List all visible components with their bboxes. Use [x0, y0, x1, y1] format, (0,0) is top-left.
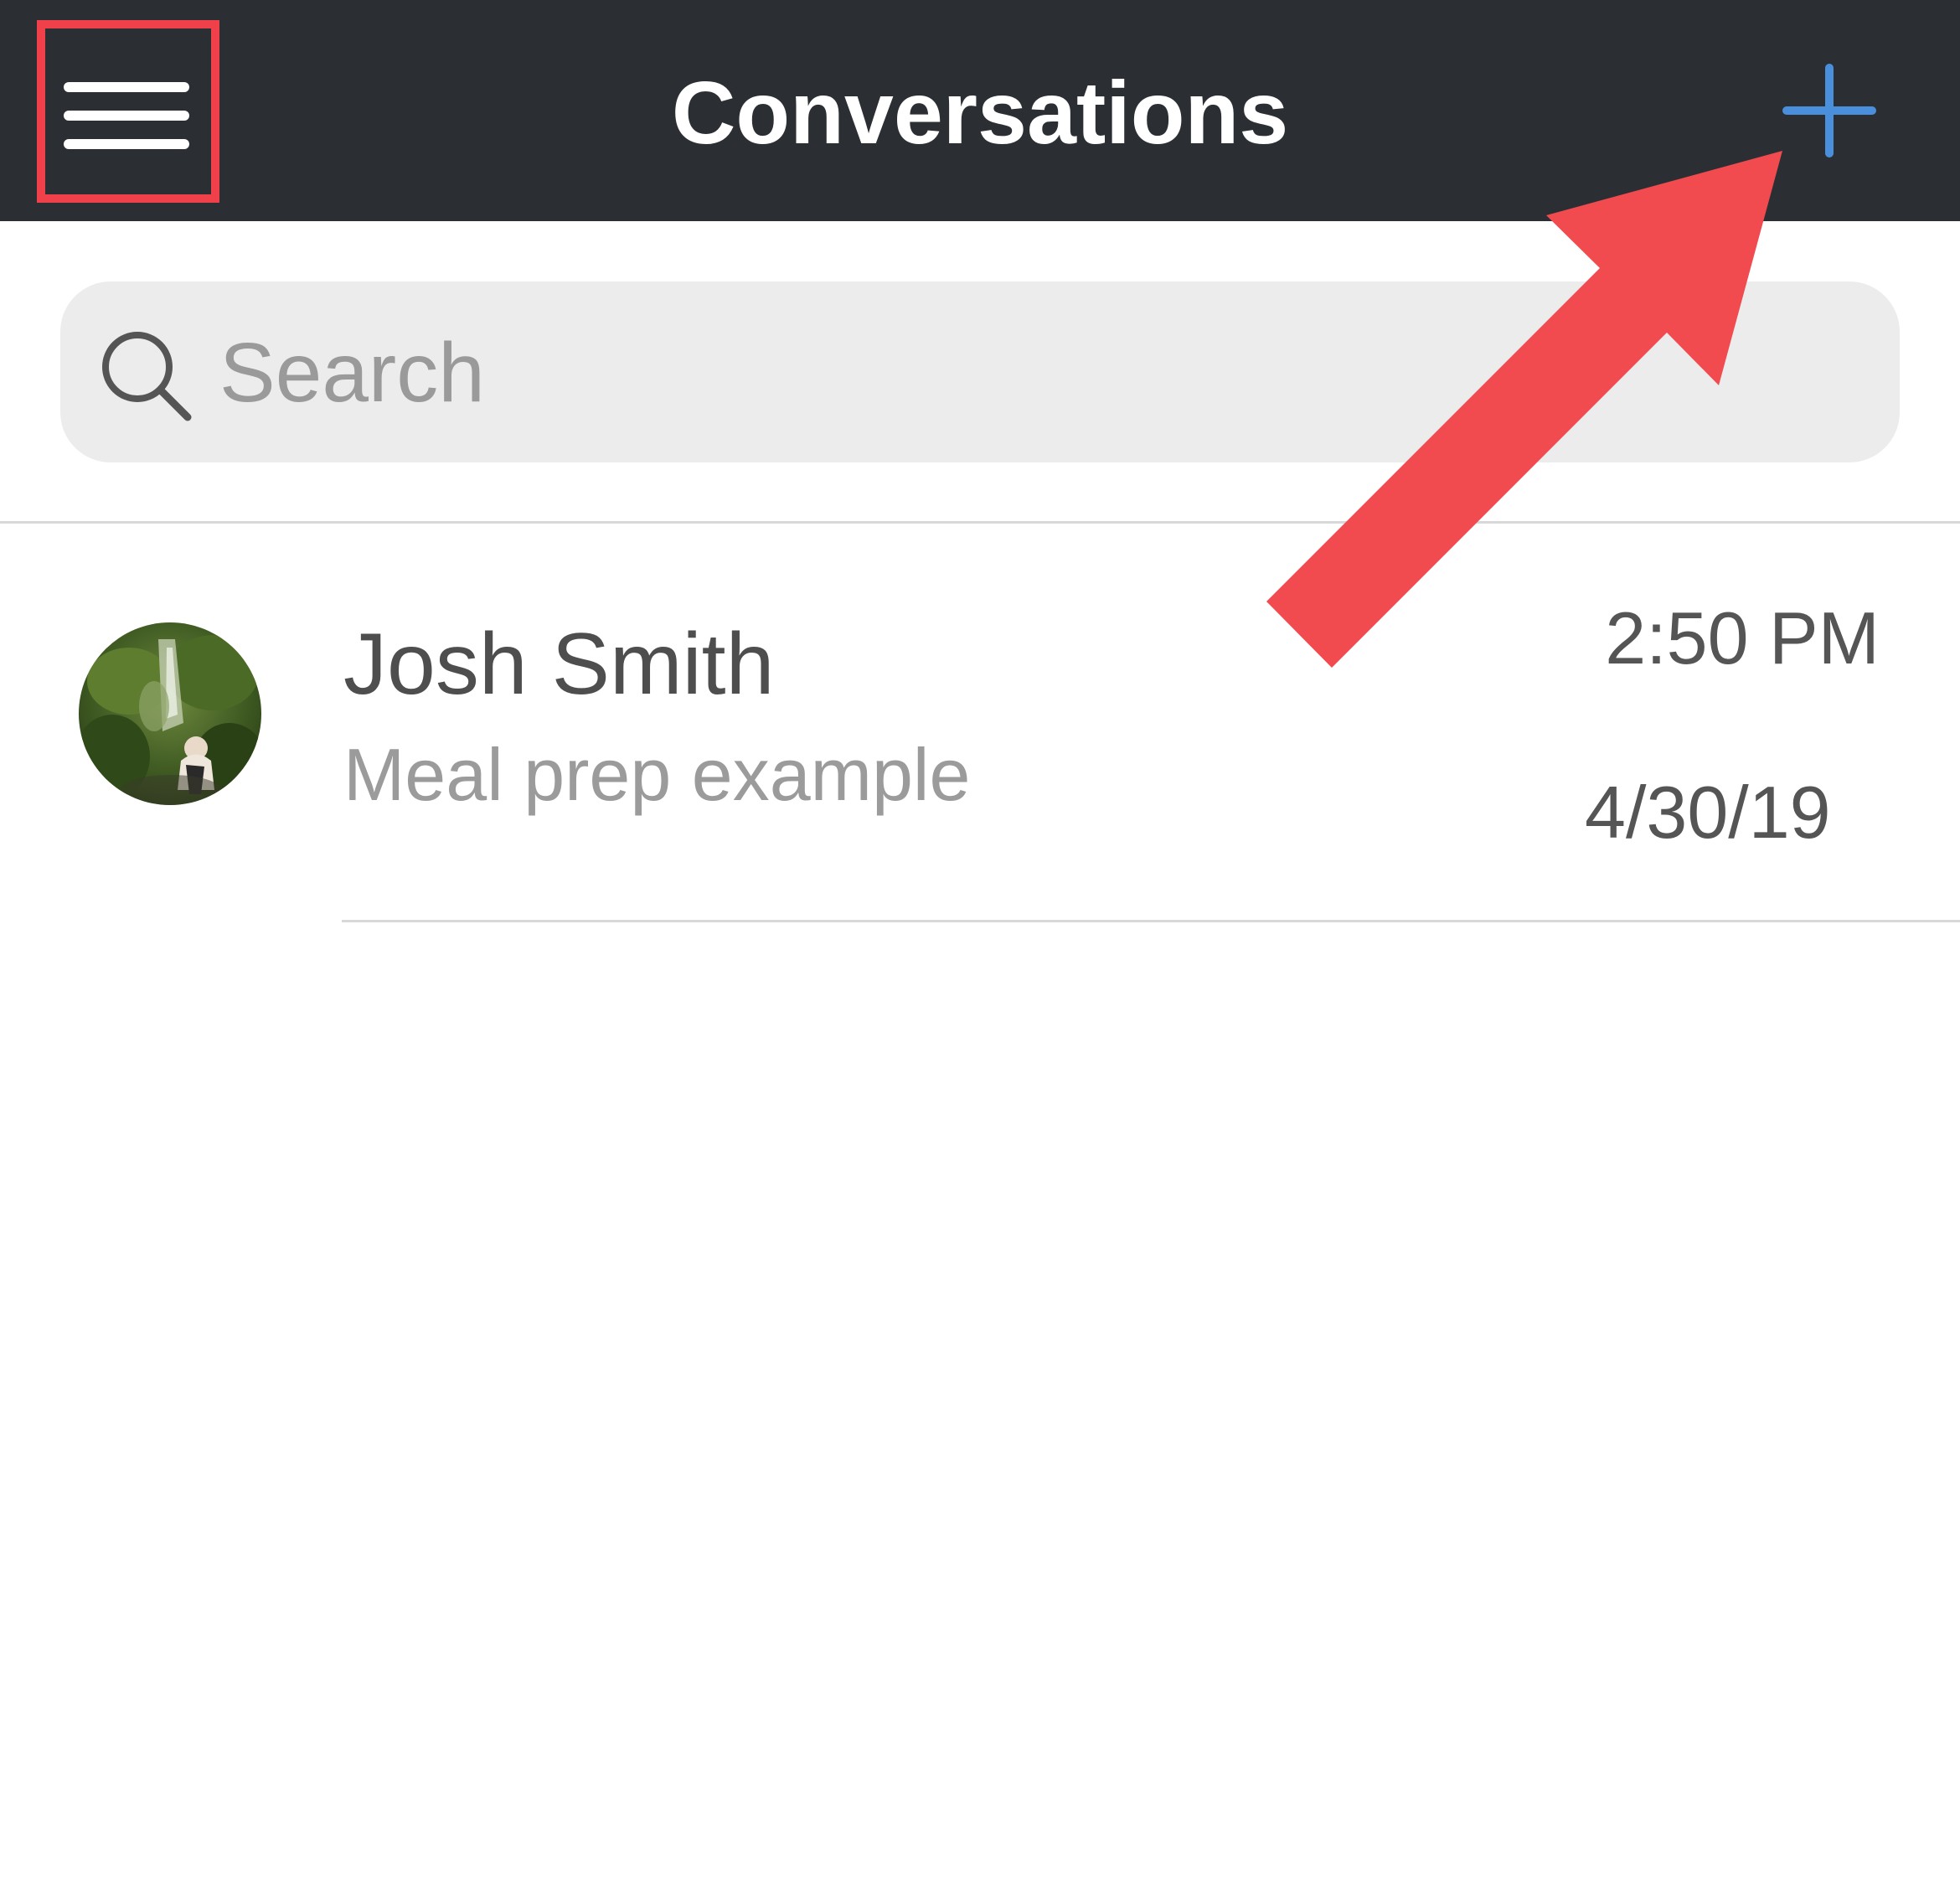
- message-time: 2:50 PM: [1605, 596, 1880, 679]
- conversation-row[interactable]: Josh Smith Meal prep example 2:50 PM 4/3…: [0, 524, 1960, 922]
- search-bar[interactable]: [60, 281, 1900, 462]
- message-preview: Meal prep example: [343, 733, 971, 816]
- page-title: Conversations: [671, 64, 1289, 163]
- profile-photo: [79, 622, 261, 805]
- search-input[interactable]: [219, 327, 1727, 419]
- message-date: 4/30/19: [1585, 771, 1831, 854]
- add-conversation-button[interactable]: [1767, 50, 1893, 176]
- contact-name: Josh Smith: [343, 616, 775, 713]
- avatar: [79, 622, 261, 805]
- conversations-screen: Conversations Search Josh Smith Meal pre…: [0, 0, 1960, 1900]
- search-icon: [102, 332, 192, 421]
- divider: [342, 920, 1960, 922]
- navigation-bar: Conversations: [0, 0, 1960, 221]
